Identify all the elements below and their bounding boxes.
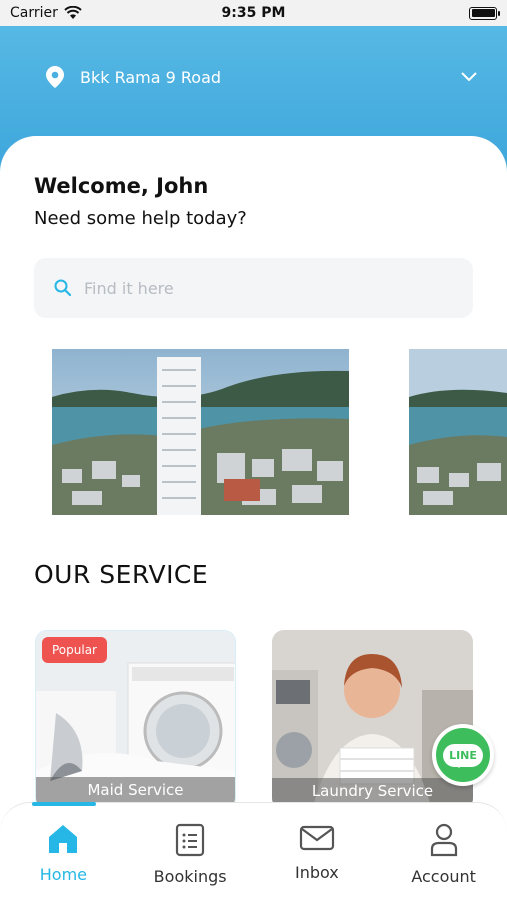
tab-bookings[interactable]: Bookings — [127, 803, 254, 900]
user-icon — [430, 823, 457, 857]
tab-label: Inbox — [294, 863, 339, 882]
search-bar[interactable] — [34, 258, 473, 318]
mail-icon — [299, 825, 334, 851]
tab-label: Account — [411, 867, 476, 886]
home-icon — [49, 825, 78, 853]
battery-icon — [469, 6, 500, 20]
location-pin-icon — [46, 66, 64, 88]
popular-badge: Popular — [42, 637, 107, 663]
tab-label: Home — [39, 865, 87, 884]
line-chat-button[interactable]: LINE — [432, 724, 494, 786]
welcome-subtitle: Need some help today? — [34, 208, 247, 229]
tab-home[interactable]: Home — [0, 802, 127, 900]
section-title: OUR SERVICE — [34, 560, 209, 589]
line-chat-icon: LINE — [443, 743, 483, 768]
service-card-laundry[interactable]: Laundry Service — [272, 630, 473, 810]
service-card-maid[interactable]: Popular Maid Service — [35, 630, 236, 810]
status-bar: Carrier 9:35 PM — [0, 0, 507, 26]
status-time: 9:35 PM — [221, 5, 286, 21]
promo-banner-image[interactable] — [52, 349, 349, 515]
carrier-label: Carrier — [10, 5, 58, 21]
tab-label: Bookings — [153, 867, 227, 886]
search-input[interactable] — [84, 278, 424, 298]
search-icon — [54, 279, 72, 297]
tab-inbox[interactable]: Inbox — [254, 803, 381, 900]
bottom-tab-bar: Home Bookings Inbox Account — [0, 802, 507, 900]
chevron-down-icon[interactable] — [461, 72, 477, 82]
promo-banner-image[interactable] — [409, 349, 507, 515]
bookings-icon — [176, 823, 205, 857]
main-content: Welcome, John Need some help today? Find… — [0, 136, 507, 816]
welcome-title: Welcome, John — [34, 174, 209, 198]
status-left: Carrier — [10, 5, 82, 21]
tab-account[interactable]: Account — [380, 803, 507, 900]
wifi-icon — [64, 6, 82, 19]
service-card-label: Maid Service — [36, 777, 235, 803]
service-card-label: Laundry Service — [272, 778, 473, 804]
location-selector[interactable]: Bkk Rama 9 Road — [46, 66, 477, 88]
location-label: Bkk Rama 9 Road — [80, 67, 222, 87]
